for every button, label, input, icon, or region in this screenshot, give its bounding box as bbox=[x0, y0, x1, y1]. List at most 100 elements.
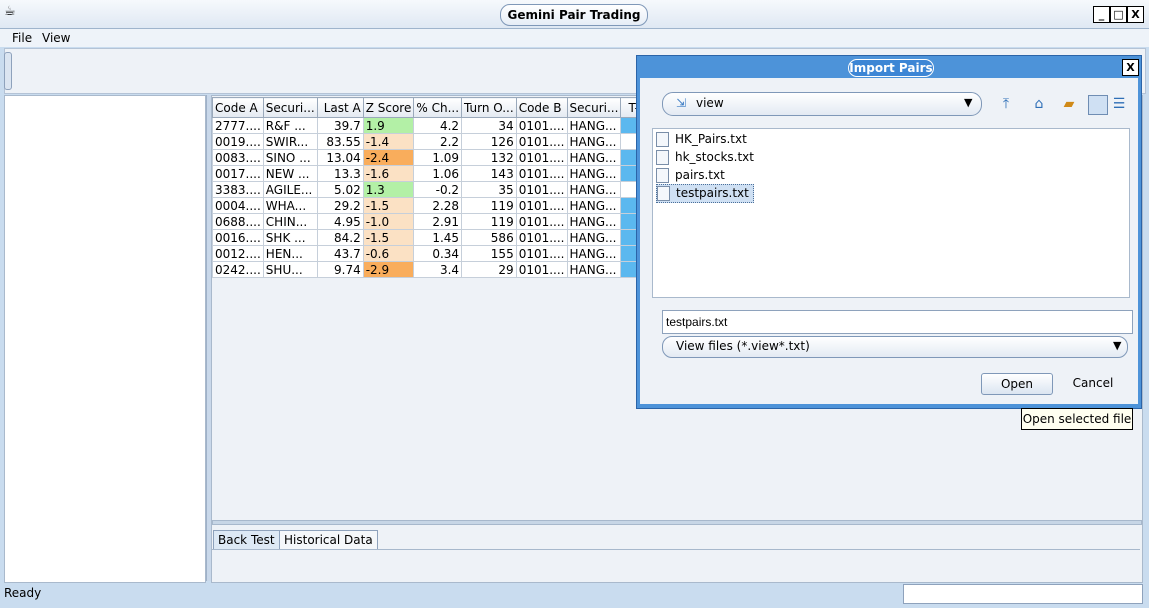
cell-sec-b[interactable]: HANG... bbox=[566, 261, 622, 278]
cell-code-b[interactable]: 0101.... bbox=[515, 213, 568, 230]
cell-code-a[interactable]: 0688.... bbox=[212, 213, 264, 230]
cell-code-a[interactable]: 0242.... bbox=[212, 261, 264, 278]
close-button[interactable]: X bbox=[1127, 6, 1144, 23]
cell-code-b[interactable]: 0101.... bbox=[515, 197, 568, 214]
tab-back-test[interactable]: Back Test bbox=[213, 530, 280, 549]
cell-last-a[interactable]: 84.2 bbox=[316, 229, 364, 246]
cell-code-b[interactable]: 0101.... bbox=[515, 133, 568, 150]
cell-last-a[interactable]: 5.02 bbox=[316, 181, 364, 198]
up-folder-icon[interactable]: ⤒ bbox=[997, 95, 1015, 113]
cell-sec-b[interactable]: HANG... bbox=[566, 133, 622, 150]
cell-code-b[interactable]: 0101.... bbox=[515, 229, 568, 246]
column-header[interactable]: Turn O... bbox=[461, 97, 517, 118]
cell-turn[interactable]: 132 bbox=[461, 149, 517, 166]
cell-sec-b[interactable]: HANG... bbox=[566, 149, 622, 166]
file-item[interactable]: hk_stocks.txt bbox=[656, 149, 754, 166]
dialog-close-button[interactable]: X bbox=[1122, 59, 1139, 76]
minimize-button[interactable]: _ bbox=[1093, 6, 1110, 23]
cell-last-a[interactable]: 43.7 bbox=[316, 245, 364, 262]
menu-view[interactable]: View bbox=[38, 29, 74, 47]
cell-sec-a[interactable]: WHA... bbox=[262, 197, 318, 214]
cell-turn[interactable]: 34 bbox=[461, 117, 517, 134]
cell-turn[interactable]: 35 bbox=[461, 181, 517, 198]
cell-sec-b[interactable]: HANG... bbox=[566, 197, 622, 214]
table-row[interactable]: 0012.... HEN... 43.7 -0.6 0.34 155 0101.... HAN… bbox=[212, 245, 684, 262]
cell-code-a[interactable]: 0083.... bbox=[212, 149, 264, 166]
cell-sec-b[interactable]: HANG... bbox=[566, 245, 622, 262]
cell-last-a[interactable]: 9.74 bbox=[316, 261, 364, 278]
table-row[interactable]: 0004.... WHA... 29.2 -1.5 2.28 119 0101.... HAN… bbox=[212, 197, 684, 214]
file-name-input[interactable] bbox=[662, 310, 1133, 334]
column-header[interactable]: % Ch... bbox=[413, 97, 463, 118]
cell-sec-b[interactable]: HANG... bbox=[566, 229, 622, 246]
cell-code-b[interactable]: 0101.... bbox=[515, 261, 568, 278]
details-view-icon[interactable]: ☰ bbox=[1110, 95, 1128, 113]
cell-sec-a[interactable]: R&F ... bbox=[262, 117, 318, 134]
column-header[interactable]: Securi... bbox=[262, 97, 318, 118]
cell-code-b[interactable]: 0101.... bbox=[515, 165, 568, 182]
cell-z[interactable]: -1.0 bbox=[362, 213, 415, 230]
home-icon[interactable]: ⌂ bbox=[1030, 95, 1048, 113]
cell-pct[interactable]: -0.2 bbox=[413, 181, 463, 198]
cell-sec-a[interactable]: AGILE... bbox=[262, 181, 318, 198]
cell-z[interactable]: -1.5 bbox=[362, 229, 415, 246]
cell-sec-a[interactable]: SWIR... bbox=[262, 133, 318, 150]
cell-turn[interactable]: 29 bbox=[461, 261, 517, 278]
cell-z[interactable]: -1.6 bbox=[362, 165, 415, 182]
cell-code-b[interactable]: 0101.... bbox=[515, 245, 568, 262]
tab-historical-data[interactable]: Historical Data bbox=[279, 530, 378, 549]
cell-code-a[interactable]: 3383.... bbox=[212, 181, 264, 198]
cell-sec-b[interactable]: HANG... bbox=[566, 181, 622, 198]
new-folder-icon[interactable]: ▰ bbox=[1060, 95, 1078, 113]
cell-code-a[interactable]: 0004.... bbox=[212, 197, 264, 214]
cell-z[interactable]: -2.4 bbox=[362, 149, 415, 166]
cell-last-a[interactable]: 29.2 bbox=[316, 197, 364, 214]
cell-sec-a[interactable]: SHK ... bbox=[262, 229, 318, 246]
menu-file[interactable]: File bbox=[8, 29, 36, 47]
chevron-down-icon[interactable]: ▼ bbox=[1113, 339, 1121, 352]
cell-code-b[interactable]: 0101.... bbox=[515, 181, 568, 198]
cell-sec-a[interactable]: SHU... bbox=[262, 261, 318, 278]
file-item[interactable]: HK_Pairs.txt bbox=[656, 131, 747, 148]
cell-code-a[interactable]: 0019.... bbox=[212, 133, 264, 150]
column-header[interactable]: Last A bbox=[316, 97, 364, 118]
table-row[interactable]: 0083.... SINO ... 13.04 -2.4 1.09 132 0101....… bbox=[212, 149, 684, 166]
open-button[interactable]: Open bbox=[981, 373, 1053, 395]
cell-last-a[interactable]: 83.55 bbox=[316, 133, 364, 150]
cell-code-b[interactable]: 0101.... bbox=[515, 149, 568, 166]
table-row[interactable]: 0019.... SWIR... 83.55 -1.4 2.2 126 0101.... HA… bbox=[212, 133, 684, 150]
cancel-button[interactable]: Cancel bbox=[1060, 373, 1126, 393]
cell-code-a[interactable]: 0012.... bbox=[212, 245, 264, 262]
table-row[interactable]: 0017.... NEW ... 13.3 -1.6 1.06 143 0101.... HA… bbox=[212, 165, 684, 182]
cell-code-b[interactable]: 0101.... bbox=[515, 117, 568, 134]
cell-sec-a[interactable]: HEN... bbox=[262, 245, 318, 262]
cell-code-a[interactable]: 2777.... bbox=[212, 117, 264, 134]
cell-sec-a[interactable]: NEW ... bbox=[262, 165, 318, 182]
cell-pct[interactable]: 1.06 bbox=[413, 165, 463, 182]
cell-pct[interactable]: 1.45 bbox=[413, 229, 463, 246]
cell-z[interactable]: -1.4 bbox=[362, 133, 415, 150]
table-row[interactable]: 0242.... SHU... 9.74 -2.9 3.4 29 0101.... HANG.… bbox=[212, 261, 684, 278]
cell-pct[interactable]: 1.09 bbox=[413, 149, 463, 166]
column-header[interactable]: Code A bbox=[212, 97, 264, 118]
cell-pct[interactable]: 2.28 bbox=[413, 197, 463, 214]
cell-z[interactable]: -2.9 bbox=[362, 261, 415, 278]
table-row[interactable]: 0016.... SHK ... 84.2 -1.5 1.45 586 0101.... HA… bbox=[212, 229, 684, 246]
file-item[interactable]: pairs.txt bbox=[656, 167, 725, 184]
cell-sec-b[interactable]: HANG... bbox=[566, 117, 622, 134]
cell-sec-b[interactable]: HANG... bbox=[566, 165, 622, 182]
cell-code-a[interactable]: 0017.... bbox=[212, 165, 264, 182]
cell-pct[interactable]: 3.4 bbox=[413, 261, 463, 278]
cell-z[interactable]: -0.6 bbox=[362, 245, 415, 262]
cell-z[interactable]: 1.9 bbox=[362, 117, 415, 134]
cell-turn[interactable]: 119 bbox=[461, 197, 517, 214]
column-header[interactable]: Z Score bbox=[362, 97, 415, 118]
chevron-down-icon[interactable]: ▼ bbox=[964, 96, 972, 109]
maximize-button[interactable]: □ bbox=[1110, 6, 1127, 23]
file-item-selected[interactable]: testpairs.txt bbox=[656, 184, 754, 203]
cell-sec-a[interactable]: SINO ... bbox=[262, 149, 318, 166]
toolbar-grip[interactable] bbox=[4, 52, 12, 90]
cell-pct[interactable]: 2.91 bbox=[413, 213, 463, 230]
column-header[interactable]: Code B bbox=[515, 97, 568, 118]
cell-z[interactable]: -1.5 bbox=[362, 197, 415, 214]
